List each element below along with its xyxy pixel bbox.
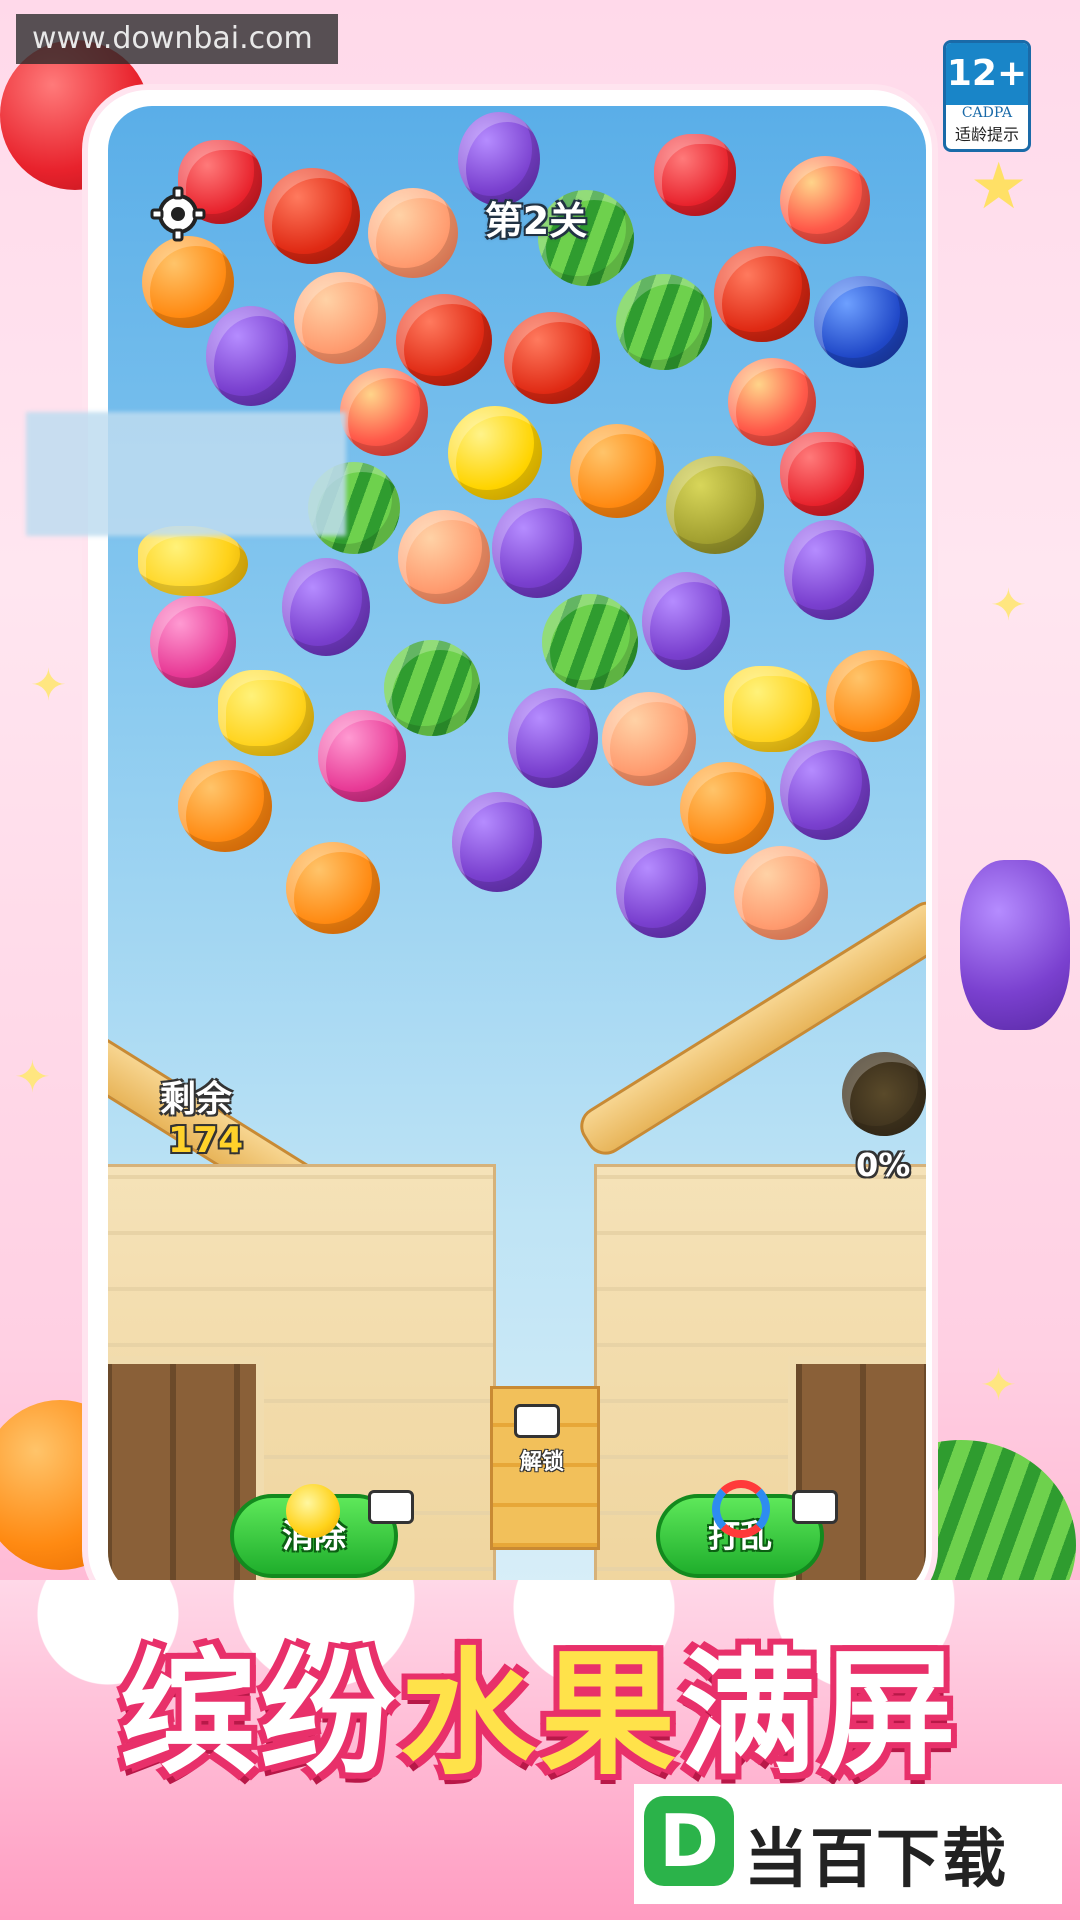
fruit-banana[interactable] [724, 666, 820, 752]
game-screen [108, 106, 926, 1596]
fruit-peach[interactable] [398, 510, 490, 604]
fruit-orange[interactable] [570, 424, 664, 518]
fruit-apple[interactable] [340, 368, 428, 456]
video-camera-icon [514, 1404, 560, 1438]
shuffle-arrows-icon [712, 1480, 770, 1538]
fruit-lemon[interactable] [448, 406, 542, 500]
fruit-durian[interactable] [666, 456, 764, 554]
fruit-strawberry[interactable] [780, 432, 864, 516]
obscured-area [26, 412, 346, 536]
age-rating: 12+ [946, 43, 1028, 105]
fruit-grape[interactable] [508, 688, 598, 788]
video-camera-icon [792, 1490, 838, 1524]
fruit-tomato[interactable] [714, 246, 810, 342]
brand-logo: D [644, 1796, 734, 1886]
fruit-peach[interactable] [734, 846, 828, 940]
fruit-orange[interactable] [286, 842, 380, 934]
watermark: www.downbai.com [16, 14, 338, 64]
grape-decoration [960, 860, 1070, 1030]
sparkle-icon: ✦ [990, 580, 1027, 631]
promo-headline: 缤纷水果满屏 [50, 1640, 1030, 1790]
fruit-apple[interactable] [780, 156, 870, 244]
headline-part-3: 满屏 [680, 1636, 960, 1794]
fruit-orange[interactable] [178, 760, 272, 852]
fruit-banana[interactable] [138, 526, 248, 596]
fruit-peach[interactable] [602, 692, 696, 786]
sparkle-icon: ✦ [30, 660, 67, 711]
fruit-grape[interactable] [282, 558, 370, 656]
sparkle-icon: ✦ [14, 1052, 51, 1103]
age-rating-caption: 适龄提示 [954, 125, 1019, 144]
fruit-grape[interactable] [206, 306, 296, 406]
fruit-watermelon[interactable] [542, 594, 638, 690]
fruit-apple[interactable] [728, 358, 816, 446]
fruit-peach[interactable] [294, 272, 386, 364]
remaining-count: 174 [168, 1120, 244, 1161]
brand-name: 当百下载 [744, 1823, 1008, 1897]
age-rating-badge: 12+ CADPA 适龄提示 [943, 40, 1031, 152]
fruit-grape[interactable] [642, 572, 730, 670]
fruit-orange[interactable] [142, 236, 234, 328]
fruit-orange[interactable] [826, 650, 920, 742]
unlock-label: 解锁 [519, 1450, 564, 1475]
age-rating-org: CADPA [961, 105, 1013, 121]
fruit-tomato[interactable] [264, 168, 360, 264]
lightbulb-icon [286, 1484, 340, 1538]
fruit-tomato[interactable] [504, 312, 600, 404]
level-indicator: 第2关 [484, 199, 588, 243]
gear-icon[interactable] [150, 186, 206, 242]
fruit-watermelon[interactable] [616, 274, 712, 370]
sparkle-icon: ✦ [980, 1360, 1017, 1411]
fruit-watermelon[interactable] [384, 640, 480, 736]
headline-part-2: 水果 [400, 1636, 680, 1794]
progress-percent: 0% [856, 1146, 911, 1184]
fruit-orange[interactable] [680, 762, 774, 854]
fruit-strawberry[interactable] [654, 134, 736, 216]
video-camera-icon [368, 1490, 414, 1524]
fruit-blueberry[interactable] [814, 276, 908, 368]
star-decoration: ★ [970, 150, 1028, 224]
fruit-dragonfruit[interactable] [318, 710, 406, 802]
fruit-peach[interactable] [368, 188, 458, 278]
fruit-durian[interactable] [842, 1052, 926, 1136]
fruit-grape[interactable] [452, 792, 542, 892]
remaining-label: 剩余 [160, 1079, 233, 1120]
fruit-grape[interactable] [492, 498, 582, 598]
fruit-banana[interactable] [218, 670, 314, 756]
fruit-grape[interactable] [616, 838, 706, 938]
headline-part-1: 缤纷 [120, 1636, 400, 1794]
fruit-dragonfruit[interactable] [150, 596, 236, 688]
fruit-grape[interactable] [780, 740, 870, 840]
fruit-grape[interactable] [784, 520, 874, 620]
fruit-tomato[interactable] [396, 294, 492, 386]
